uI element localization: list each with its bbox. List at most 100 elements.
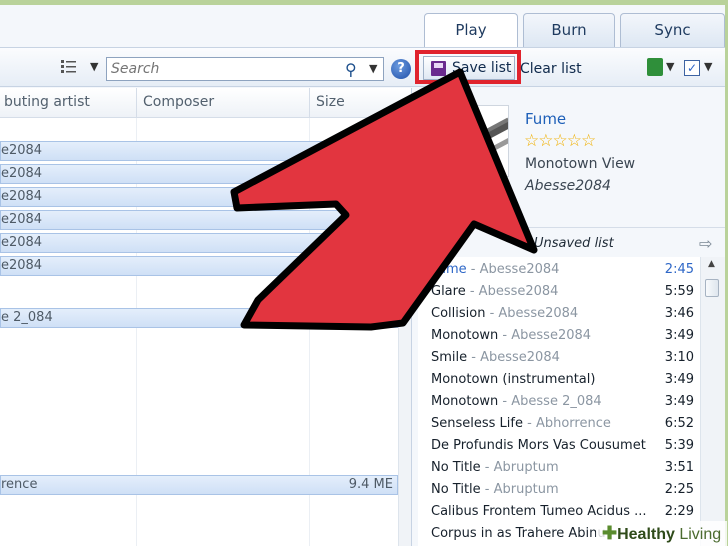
track-artist: - Abruptum	[480, 482, 559, 497]
now-playing-panel: Shop Fume ☆☆☆☆☆ Monotown View Abesse2084	[418, 88, 725, 223]
track-title: Fume	[431, 262, 467, 277]
album-art[interactable]	[437, 105, 509, 177]
track-artist: - Abesse2084	[467, 350, 560, 365]
track-title: Monotown	[431, 394, 499, 409]
list-item[interactable]: Collision - Abesse2084 3:46	[418, 303, 700, 325]
track-duration: 2:25	[664, 482, 694, 497]
help-icon[interactable]: ?	[391, 59, 411, 79]
tab-burn[interactable]: Burn	[523, 13, 615, 47]
column-header: buting artist Composer Size	[0, 88, 411, 118]
track-title: Monotown	[431, 328, 499, 343]
track-duration: 3:10	[664, 350, 694, 365]
now-playing-title[interactable]: Fume	[525, 110, 566, 128]
row-artist: e2084	[1, 258, 43, 273]
track-title: Senseless Life	[431, 416, 523, 431]
row-size: 9.4 ME	[348, 477, 393, 492]
playlist-title: Unsaved list	[534, 236, 614, 251]
list-item[interactable]: Smile - Abesse2084 3:10	[418, 347, 700, 369]
library-scrollbar[interactable]: ▲	[398, 118, 411, 546]
search-input[interactable]	[111, 60, 341, 78]
scroll-up-icon[interactable]: ▲	[401, 120, 407, 129]
column-size[interactable]: Size	[316, 94, 345, 110]
table-row[interactable]: e2084	[0, 256, 398, 276]
row-artist: e 2_084	[1, 310, 53, 325]
list-item[interactable]: De Profundis Mors Vas Cousumet 5:39	[418, 435, 700, 457]
search-icon[interactable]: ⚲	[345, 60, 357, 79]
back-arrow-icon[interactable]: ⇦	[426, 234, 439, 253]
clear-list-button[interactable]: Clear list	[520, 61, 582, 77]
table-row[interactable]: e2084	[0, 233, 398, 253]
track-title: De Profundis Mors Vas Cousumet	[431, 438, 646, 453]
search-dropdown-icon[interactable]: ▼	[369, 62, 377, 75]
list-item[interactable]: Monotown (instrumental) 3:49	[418, 369, 700, 391]
track-artist: - Abesse 2_084	[498, 394, 602, 409]
column-divider[interactable]	[136, 88, 137, 118]
scroll-up-icon[interactable]: ▲	[708, 259, 715, 269]
list-item[interactable]: Monotown - Abesse 2_084 3:49	[418, 391, 700, 413]
table-row[interactable]: e2084	[0, 210, 398, 230]
track-artist: - Abruptum	[480, 460, 559, 475]
track-artist: - Abesse2084	[466, 262, 560, 277]
track-title: Corpus in as Trahere Abinu	[431, 526, 606, 541]
star-rating[interactable]: ☆☆☆☆☆	[524, 131, 596, 151]
player-window: Play Burn Sync ▼ ⚲ ▼ ? Save list Clear l…	[0, 5, 725, 546]
now-playing-album: Monotown View	[525, 156, 636, 172]
table-row[interactable]: e2084	[0, 141, 398, 161]
row-artist: e2084	[1, 235, 43, 250]
scrollbar-thumb[interactable]	[705, 279, 719, 297]
list-item[interactable]: No Title - Abruptum 2:25	[418, 479, 700, 501]
column-composer[interactable]: Composer	[143, 94, 214, 110]
table-row[interactable]: e2084	[0, 187, 398, 207]
healthy-living-watermark: ✚Healthy Living	[596, 521, 728, 546]
check-options-dropdown-icon[interactable]: ▼	[704, 60, 712, 73]
track-title: Monotown (instrumental)	[431, 372, 596, 387]
checkmark-icon[interactable]: ✓	[684, 60, 700, 76]
view-options-dropdown-icon[interactable]: ▼	[90, 60, 98, 73]
track-duration: 3:49	[664, 372, 694, 387]
shop-link[interactable]: Shop	[457, 192, 492, 208]
track-duration: 5:59	[664, 284, 694, 299]
track-artist: - Abhorrence	[522, 416, 611, 431]
track-artist: - Abesse2084	[465, 284, 559, 299]
table-row[interactable]: rence 9.4 ME	[0, 475, 398, 495]
row-artist: rence	[1, 477, 38, 492]
track-duration: 5:39	[664, 438, 694, 453]
list-item[interactable]: No Title - Abruptum 3:51	[418, 457, 700, 479]
now-playing-artist: Abesse2084	[525, 178, 611, 194]
search-box[interactable]: ⚲ ▼	[106, 57, 384, 81]
column-contributing-artist[interactable]: buting artist	[4, 94, 90, 110]
playlist-scrollbar[interactable]: ▲	[700, 257, 725, 546]
plus-logo-icon: ✚	[602, 523, 618, 543]
track-title: Calibus Frontem Tumeo Acidus ...	[431, 504, 647, 519]
table-row[interactable]: e 2_084 5.2 M	[0, 308, 398, 328]
list-item[interactable]: Glare - Abesse2084 5:59	[418, 281, 700, 303]
view-options-icon[interactable]	[60, 58, 78, 74]
list-item[interactable]: Fume - Abesse2084 2:45	[418, 259, 700, 281]
track-duration: 2:45	[664, 262, 694, 277]
list-options-icon[interactable]	[647, 58, 663, 76]
tab-play[interactable]: Play	[424, 13, 518, 47]
track-duration: 3:51	[664, 460, 694, 475]
track-duration: 3:49	[664, 394, 694, 409]
tab-sync[interactable]: Sync	[620, 13, 725, 47]
library-pane: buting artist Composer Size e2084 e2084 …	[0, 88, 412, 546]
track-title: No Title	[431, 482, 481, 497]
row-artist: e2084	[1, 189, 43, 204]
watermark-brand-rest: Living	[674, 526, 722, 543]
track-artist: - Abesse2084	[485, 306, 579, 321]
track-title: Glare	[431, 284, 466, 299]
save-list-label: Save list	[452, 60, 512, 76]
forward-arrow-icon[interactable]: ⇨	[699, 234, 712, 253]
watermark-brand-bold: Healthy	[617, 526, 675, 543]
list-options-dropdown-icon[interactable]: ▼	[666, 60, 674, 73]
floppy-disk-icon	[431, 61, 446, 76]
column-divider[interactable]	[309, 88, 310, 118]
row-artist: e2084	[1, 143, 43, 158]
table-row[interactable]: e2084	[0, 164, 398, 184]
list-item[interactable]: Calibus Frontem Tumeo Acidus ... 2:29	[418, 501, 700, 523]
list-item[interactable]: Monotown - Abesse2084 3:49	[418, 325, 700, 347]
track-title: No Title	[431, 460, 481, 475]
list-item[interactable]: Senseless Life - Abhorrence 6:52	[418, 413, 700, 435]
row-artist: e2084	[1, 166, 43, 181]
save-list-button[interactable]: Save list	[423, 56, 515, 80]
